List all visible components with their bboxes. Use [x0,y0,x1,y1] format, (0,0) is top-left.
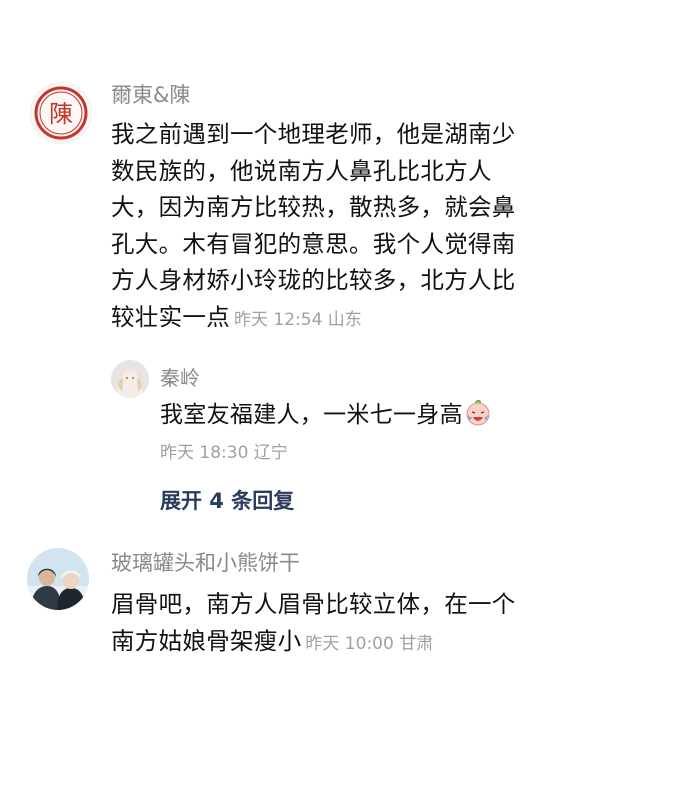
comment-line: 数民族的，他说南方人鼻孔比北方人 [111,156,492,185]
comment-line-last: 南方姑娘骨架瘦小 昨天 10:00 甘肃 [111,623,671,663]
comment-line: 我之前遇到一个地理老师，他是湖南少 [111,120,516,148]
couple-avatar-icon[interactable] [27,548,89,610]
reply-text: 我室友福建人，一米七一身高 [160,402,463,428]
red-seal-avatar-icon[interactable]: 陳 [30,82,92,144]
anime-girl-icon [111,360,149,398]
seal-icon: 陳 [34,86,88,140]
comment-username[interactable]: 玻璃罐头和小熊饼干 [111,547,300,577]
reply-username[interactable]: 秦岭 [160,362,200,391]
comment-line-last: 较壮实一点 昨天 12:54 山东 [111,299,671,339]
seal-text: 陳 [49,100,73,128]
anime-avatar-icon[interactable] [111,360,149,398]
comment-line: 较壮实一点 [111,302,230,331]
comment-line: 方人身材娇小玲珑的比较多，北方人比 [111,266,516,294]
comment-line: 孔大。木有冒犯的意思。我个人觉得南 [111,229,516,258]
comment-body[interactable]: 眉骨吧，南方人眉骨比较立体，在一个 南方姑娘骨架瘦小 昨天 10:00 甘肃 [111,586,671,662]
couple-photo-icon [27,548,89,610]
comment-body[interactable]: 我之前遇到一个地理老师，他是湖南少 数民族的，他说南方人鼻孔比北方人 大，因为南… [111,116,671,338]
expand-replies-link[interactable]: 展开 4 条回复 [160,485,294,515]
comment-line: 大，因为南方比较热，散热多，就会鼻 [111,193,516,221]
comment-meta: 昨天 10:00 甘肃 [305,633,434,654]
comment-line: 眉骨吧，南方人眉骨比较立体，在一个 [111,590,516,618]
comment-line: 南方姑娘骨架瘦小 [111,626,302,655]
reply-body[interactable]: 我室友福建人，一米七一身高 [160,397,491,438]
reply-meta: 昨天 18:30 辽宁 [160,443,288,463]
crying-laughing-emoji-icon [465,399,491,438]
comment-meta: 昨天 12:54 山东 [234,309,362,330]
comment-username[interactable]: 爾東&陳 [111,79,190,109]
